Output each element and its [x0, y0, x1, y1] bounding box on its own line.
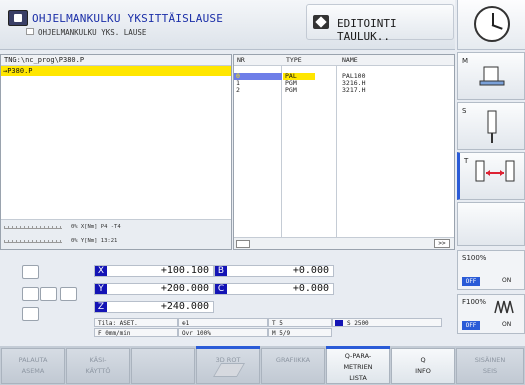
column-header-name: NAME	[342, 56, 358, 64]
program-current-line[interactable]: →P380.P	[1, 66, 231, 76]
side-button[interactable]	[22, 307, 39, 321]
softkey-label: PALAUTA ASEMA	[18, 356, 48, 375]
softkey-label: SISÄINEN SEIS	[474, 356, 506, 375]
progress-ruler	[4, 238, 62, 243]
override-status: Ovr 100%	[178, 328, 268, 337]
spindle-indicator-icon	[335, 320, 343, 326]
axis-b-value: +0.000	[292, 265, 329, 276]
spindle-status: S 2500	[332, 318, 442, 327]
t-label: T	[464, 157, 469, 165]
softkey-graphics[interactable]: GRAFIIKKA	[261, 348, 325, 384]
axis-y-display: Y +200.000	[94, 283, 214, 295]
softkey-label: Q-PARA- METRIEN LISTA	[343, 352, 373, 382]
axis-b-label: B	[215, 266, 227, 276]
program-status: 0% X[Nm] P4 -T4 0% Y[Nm] 13:21	[1, 219, 231, 249]
table-cell-name[interactable]: 3217.H	[342, 87, 365, 94]
status-line-2: 0% Y[Nm] 13:21	[71, 238, 118, 244]
spindle-icon	[487, 110, 497, 143]
spindle-override[interactable]: S100% OFF ON	[457, 250, 525, 290]
single-block-icon	[26, 28, 34, 35]
tool-status: T 5	[268, 318, 332, 327]
s-label: S	[462, 107, 467, 115]
spindle-off-indicator: OFF	[462, 277, 480, 286]
axis-x-display: X +100.100	[94, 265, 214, 277]
column-header-nr: NR	[237, 56, 245, 64]
axis-c-label: C	[215, 284, 227, 294]
program-panel: TNG:\nc_prog\P380.P →P380.P 0% X[Nm] P4 …	[0, 54, 232, 250]
edit-table-mode-button[interactable]: EDITOINTI TAULUK..	[306, 4, 454, 43]
scroll-right-button[interactable]: >>	[434, 239, 450, 248]
table-cell-nr[interactable]: 2	[236, 87, 240, 94]
softkey-label: Q INFO	[415, 356, 431, 375]
axis-y-value: +200.000	[160, 283, 209, 294]
clock-icon	[474, 6, 510, 42]
s-spindle-button[interactable]: S	[457, 102, 525, 150]
softkey-q-info[interactable]: Q INFO	[391, 348, 455, 384]
side-button[interactable]	[60, 287, 77, 301]
axis-z-value: +240.000	[160, 301, 209, 312]
scroll-box[interactable]	[236, 240, 250, 248]
side-button[interactable]	[22, 287, 39, 301]
softkey-label: GRAFIIKKA	[275, 356, 311, 364]
m-status: M 5/9	[268, 328, 332, 337]
3d-plane-icon	[212, 363, 246, 377]
spindle-override-value: S100%	[462, 254, 487, 262]
m-function-button[interactable]: M	[457, 52, 525, 100]
softkey-restore-position[interactable]: PALAUTA ASEMA	[1, 348, 65, 384]
axis-b-display: B +0.000	[214, 265, 334, 277]
active-mode: OHJELMANKULKU YKSITTÄISLAUSE OHJELMANKUL…	[4, 4, 304, 44]
m-label: M	[462, 57, 469, 65]
softkey-row-indicator	[326, 346, 390, 349]
clock-button[interactable]	[457, 0, 525, 50]
column-nr	[234, 66, 282, 237]
softkey-label: KÄSI- KÄYTTÖ	[85, 356, 111, 375]
status-line-1: 0% X[Nm] P4 -T4	[71, 224, 121, 230]
feed-on-indicator: ON	[502, 321, 512, 328]
softkey-row-indicator	[196, 346, 260, 349]
axis-z-label: Z	[95, 302, 107, 312]
machine-icon	[479, 66, 505, 86]
softkey-empty[interactable]	[131, 348, 195, 384]
spindle-speed: S 2500	[347, 320, 369, 327]
softkey-internal-stop[interactable]: SISÄINEN SEIS	[456, 348, 524, 384]
machine-view-button[interactable]	[40, 287, 57, 301]
position-display: X +100.100 B +0.000 Y +200.000 C +0.000 …	[0, 262, 455, 350]
axis-z-display: Z +240.000	[94, 301, 214, 313]
feed-override[interactable]: F100% OFF ON	[457, 294, 525, 334]
edit-mode-title: EDITOINTI TAULUK..	[337, 17, 397, 43]
axis-x-label: X	[95, 266, 107, 276]
tool-change-icon	[475, 160, 515, 182]
softkey-manual[interactable]: KÄSI- KÄYTTÖ	[66, 348, 130, 384]
feed-wave-icon	[494, 300, 514, 314]
table-cell-nr[interactable]: 0	[234, 73, 282, 80]
header-bar: OHJELMANKULKU YKSITTÄISLAUSE OHJELMANKUL…	[0, 0, 455, 50]
feed-override-value: F100%	[462, 298, 487, 306]
feed-off-indicator: OFF	[462, 321, 480, 330]
column-header-type: TYPE	[286, 56, 302, 64]
mode-status: Tila: ASET.	[94, 318, 178, 327]
table-header: NR TYPE NAME	[234, 55, 454, 66]
spindle-on-indicator: ON	[502, 277, 512, 284]
feed-status: F 0mm/min	[94, 328, 178, 337]
softkey-q-parameter-list[interactable]: Q-PARA- METRIEN LISTA	[326, 348, 390, 384]
table-cell-type[interactable]: PGM	[285, 87, 297, 94]
program-run-icon	[8, 10, 28, 26]
axis-x-value: +100.100	[160, 265, 209, 276]
table-scrollbar[interactable]: >>	[234, 237, 454, 249]
mode-subtitle: OHJELMANKULKU YKS. LAUSE	[38, 28, 147, 37]
pallet-table: NR TYPE NAME 0 PAL PAL100 1 PGM 3216.H 2…	[233, 54, 455, 250]
softkey-bar: PALAUTA ASEMA KÄSI- KÄYTTÖ 3D ROT GRAFII…	[0, 346, 525, 385]
softkey-3d-rot[interactable]: 3D ROT	[196, 348, 260, 384]
datum-status: ⊕1	[178, 318, 268, 327]
program-path: TNG:\nc_prog\P380.P	[1, 55, 231, 66]
t-tool-button[interactable]: T	[457, 152, 525, 200]
axis-c-display: C +0.000	[214, 283, 334, 295]
axis-c-value: +0.000	[292, 283, 329, 294]
empty-soft-key[interactable]	[457, 202, 525, 246]
edit-mode-icon	[313, 15, 329, 29]
progress-ruler	[4, 224, 62, 229]
axis-y-label: Y	[95, 284, 107, 294]
refresh-button[interactable]	[22, 265, 39, 279]
mode-title: OHJELMANKULKU YKSITTÄISLAUSE	[32, 12, 224, 25]
